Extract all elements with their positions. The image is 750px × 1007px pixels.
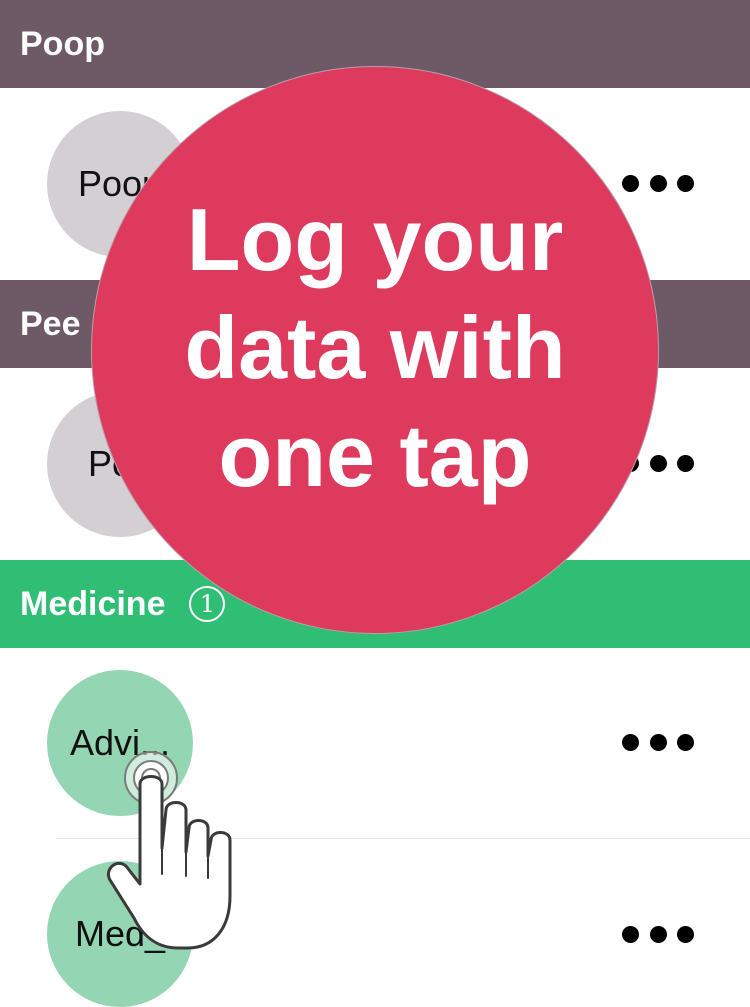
section-title: Medicine	[20, 584, 166, 623]
section-title: Pee	[20, 304, 81, 343]
promo-overlay-bubble: Log your data with one tap	[91, 66, 659, 634]
more-options-button[interactable]	[622, 171, 694, 195]
more-options-button[interactable]	[622, 922, 694, 946]
promo-message: Log your data with one tap	[184, 190, 566, 505]
count-badge: 1	[189, 586, 226, 622]
tap-hand-icon	[107, 751, 232, 950]
section-title: Poop	[20, 24, 105, 63]
more-options-button[interactable]	[622, 730, 694, 754]
more-dots-icon	[622, 733, 639, 751]
more-dots-icon	[622, 925, 639, 943]
more-dots-icon	[622, 174, 639, 192]
